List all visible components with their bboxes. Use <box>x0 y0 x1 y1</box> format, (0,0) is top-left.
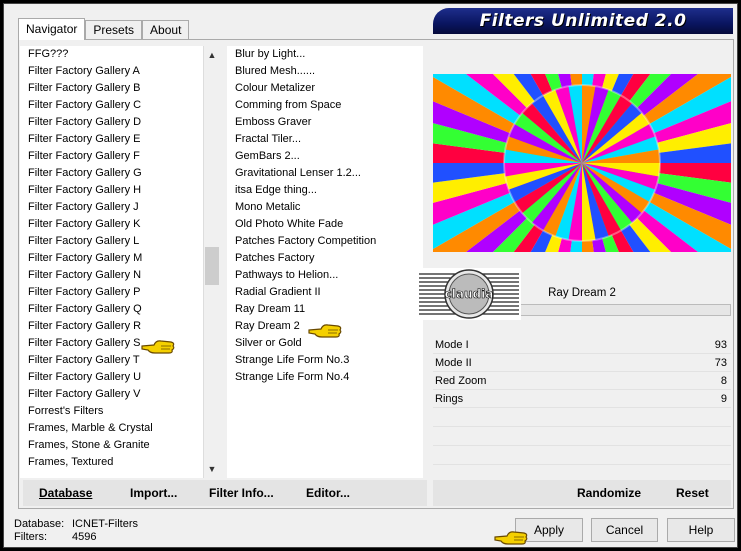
category-item[interactable]: Frames, Stone & Granite <box>20 437 203 454</box>
category-item[interactable]: Filter Factory Gallery V <box>20 386 203 403</box>
filters-count: 4596 <box>72 531 97 543</box>
category-item[interactable]: Filter Factory Gallery N <box>20 267 203 284</box>
filter-item[interactable]: itsa Edge thing... <box>227 182 423 199</box>
pointing-hand-icon <box>494 531 528 545</box>
param-label: Red Zoom <box>435 375 487 387</box>
category-item[interactable]: Filter Factory Gallery H <box>20 182 203 199</box>
title-banner: Filters Unlimited 2.0 <box>433 8 733 34</box>
param-label: Mode II <box>435 357 472 369</box>
scroll-thumb[interactable] <box>205 247 219 285</box>
filter-item[interactable]: GemBars 2... <box>227 148 423 165</box>
scroll-up-arrow-icon[interactable]: ▲ <box>204 48 220 62</box>
filter-item[interactable]: Ray Dream 11 <box>227 301 423 318</box>
scroll-down-arrow-icon[interactable]: ▼ <box>204 462 220 476</box>
navigator-panel: FFG??? Filter Factory Gallery A Filter Fac… <box>18 39 734 509</box>
param-label: Mode I <box>435 339 469 351</box>
category-item[interactable]: Forrest's Filters <box>20 403 203 420</box>
param-row-empty <box>433 446 731 465</box>
pointing-hand-icon <box>308 324 342 338</box>
param-value: 73 <box>714 357 727 369</box>
category-item[interactable]: Filter Factory Gallery P <box>20 284 203 301</box>
filter-item[interactable]: Fractal Tiler... <box>227 131 423 148</box>
filter-item[interactable]: Patches Factory <box>227 250 423 267</box>
category-item[interactable]: Filter Factory Gallery K <box>20 216 203 233</box>
database-button[interactable]: Database <box>39 486 92 500</box>
category-item[interactable]: Filter Factory Gallery J <box>20 199 203 216</box>
category-item[interactable]: FFG??? <box>20 46 203 63</box>
category-item[interactable]: Filter Factory Gallery Q <box>20 301 203 318</box>
category-list[interactable]: FFG??? Filter Factory Gallery A Filter Fac… <box>20 46 203 478</box>
category-item[interactable]: Filter Factory Gallery C <box>20 97 203 114</box>
category-item[interactable]: Filter Factory Gallery A <box>20 63 203 80</box>
filters-unlimited-window: Filters Unlimited 2.0 Navigator Presets … <box>3 3 738 548</box>
import-button[interactable]: Import... <box>130 486 177 500</box>
category-item[interactable]: Filter Factory Gallery B <box>20 80 203 97</box>
param-row-empty <box>433 408 731 427</box>
category-item[interactable]: Filter Factory Gallery E <box>20 131 203 148</box>
category-item[interactable]: Filter Factory Gallery U <box>20 369 203 386</box>
param-row[interactable]: Mode I 93 <box>433 336 731 354</box>
category-item[interactable]: Filter Factory Gallery F <box>20 148 203 165</box>
category-item[interactable]: Frames, Textured <box>20 454 203 471</box>
category-item[interactable]: Filter Factory Gallery M <box>20 250 203 267</box>
filter-item[interactable]: Radial Gradient II <box>227 284 423 301</box>
param-label: Rings <box>435 393 464 405</box>
param-value: 9 <box>720 393 727 405</box>
database-label: Database: <box>14 518 65 530</box>
filter-item[interactable]: Colour Metalizer <box>227 80 423 97</box>
tab-strip: Navigator Presets About <box>18 18 190 40</box>
category-scrollbar[interactable]: ▲ ▼ <box>203 46 219 478</box>
pointing-hand-icon <box>141 340 175 354</box>
filter-item[interactable]: Gravitational Lenser 1.2... <box>227 165 423 182</box>
tab-about[interactable]: About <box>142 20 190 40</box>
filter-item[interactable]: Pathways to Helion... <box>227 267 423 284</box>
filter-item[interactable]: Blured Mesh...... <box>227 63 423 80</box>
param-value: 93 <box>714 339 727 351</box>
filter-item[interactable]: Comming from Space <box>227 97 423 114</box>
tab-navigator[interactable]: Navigator <box>18 18 86 40</box>
cancel-button[interactable]: Cancel <box>591 518 658 542</box>
claudia-logo: claudia <box>417 268 521 320</box>
filter-item[interactable]: Emboss Graver <box>227 114 423 131</box>
filter-item[interactable]: Blur by Light... <box>227 46 423 63</box>
filter-item[interactable]: Strange Life Form No.4 <box>227 369 423 386</box>
filter-item[interactable]: Strange Life Form No.3 <box>227 352 423 369</box>
category-item[interactable]: Filter Factory Gallery R <box>20 318 203 335</box>
right-button-bar: Randomize Reset <box>433 480 731 506</box>
category-item[interactable]: Filter Factory Gallery D <box>20 114 203 131</box>
filter-item[interactable]: Mono Metalic <box>227 199 423 216</box>
parameter-list: Mode I 93 Mode II 73 Red Zoom 8 Rings 9 <box>433 336 731 484</box>
param-value: 8 <box>720 375 727 387</box>
filter-item[interactable]: Patches Factory Competition <box>227 233 423 250</box>
filter-list[interactable]: Blur by Light... Blured Mesh...... Colour … <box>227 46 423 478</box>
help-button[interactable]: Help <box>667 518 735 542</box>
reset-button[interactable]: Reset <box>676 486 709 500</box>
tab-presets[interactable]: Presets <box>85 20 143 40</box>
param-row[interactable]: Rings 9 <box>433 390 731 408</box>
editor-button[interactable]: Editor... <box>306 486 350 500</box>
randomize-button[interactable]: Randomize <box>577 486 641 500</box>
status-info: Database: ICNET-Filters Filters: 4596 <box>14 518 138 544</box>
filter-item[interactable]: Old Photo White Fade <box>227 216 423 233</box>
window-title: Filters Unlimited 2.0 <box>479 11 687 31</box>
filter-info-button[interactable]: Filter Info... <box>209 486 274 500</box>
param-row-empty <box>433 427 731 446</box>
logo-text: claudia <box>445 287 494 301</box>
preview-image <box>433 74 731 252</box>
category-item[interactable]: Filter Factory Gallery G <box>20 165 203 182</box>
database-value: ICNET-Filters <box>72 518 138 530</box>
left-button-bar: Database Import... Filter Info... Editor… <box>23 480 427 506</box>
param-row[interactable]: Red Zoom 8 <box>433 372 731 390</box>
category-item[interactable]: Frames, Marble & Crystal <box>20 420 203 437</box>
filters-label: Filters: <box>14 531 47 543</box>
category-item[interactable]: Filter Factory Gallery L <box>20 233 203 250</box>
param-row[interactable]: Mode II 73 <box>433 354 731 372</box>
